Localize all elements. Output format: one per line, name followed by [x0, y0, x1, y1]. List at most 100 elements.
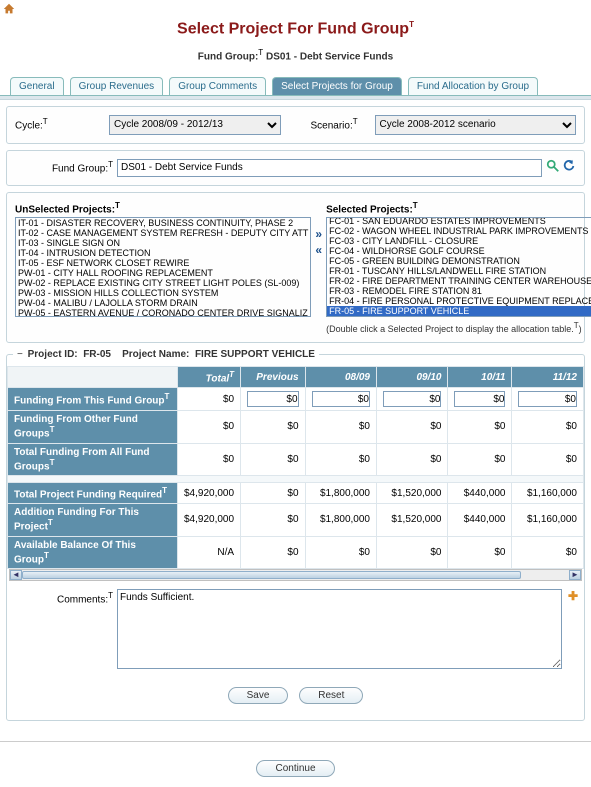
row-header: Total Project Funding RequiredT	[8, 482, 178, 503]
list-item[interactable]: FC-05 - GREEN BUILDING DEMONSTRATION	[327, 256, 591, 266]
cycle-label: Cycle:T	[15, 117, 105, 131]
tab-fund-allocation[interactable]: Fund Allocation by Group	[408, 77, 538, 95]
double-click-note: (Double click a Selected Project to disp…	[326, 321, 591, 334]
reset-button[interactable]: Reset	[299, 687, 363, 704]
funding-input[interactable]	[312, 391, 370, 407]
col-header: 11/12	[512, 366, 584, 387]
funding-table: TotalTPrevious08/0909/1010/1111/12 Fundi…	[7, 366, 584, 569]
cell[interactable]	[305, 388, 376, 411]
row-header: Funding From Other Fund GroupsT	[8, 411, 178, 443]
list-item[interactable]: PW-05 - EASTERN AVENUE / CORONADO CENTER…	[16, 308, 310, 317]
tab-group-revenues[interactable]: Group Revenues	[70, 77, 164, 95]
cell: $0	[241, 482, 305, 503]
list-item[interactable]: IT-05 - ESF NETWORK CLOSET REWIRE	[16, 258, 310, 268]
list-item[interactable]: FC-02 - WAGON WHEEL INDUSTRIAL PARK IMPR…	[327, 226, 591, 236]
selected-listbox[interactable]: FC-01 - SAN EDUARDO ESTATES IMPROVEMENTS…	[326, 217, 591, 317]
list-item[interactable]: FR-05 - FIRE SUPPORT VEHICLE	[327, 306, 591, 316]
tab-select-projects[interactable]: Select Projects for Group	[272, 77, 402, 95]
cell: $1,160,000	[512, 482, 584, 503]
cell: $4,920,000	[178, 482, 241, 503]
scroll-left-icon[interactable]: ◄	[10, 570, 22, 580]
funding-input[interactable]	[454, 391, 505, 407]
refresh-icon[interactable]	[562, 159, 576, 176]
page-title: Select Project For Fund GroupT	[0, 20, 591, 38]
search-icon[interactable]	[546, 159, 560, 176]
cell: $0	[178, 443, 241, 475]
col-header: 10/11	[448, 366, 512, 387]
row-header: Total Funding From All Fund GroupsT	[8, 443, 178, 475]
col-header: 09/10	[377, 366, 448, 387]
tab-general[interactable]: General	[10, 77, 64, 95]
collapse-icon[interactable]: −	[17, 349, 23, 360]
cell: $0	[178, 388, 241, 411]
table-row: Available Balance Of This GroupTN/A$0$0$…	[8, 536, 584, 568]
list-item[interactable]: IT-01 - DISASTER RECOVERY, BUSINESS CONT…	[16, 218, 310, 228]
list-item[interactable]: PW-04 - MALIBU / LAJOLLA STORM DRAIN	[16, 298, 310, 308]
comments-textarea[interactable]: Funds Sufficient.	[117, 589, 562, 669]
cell: $0	[512, 443, 584, 475]
home-icon[interactable]	[2, 2, 16, 16]
cell: $1,800,000	[305, 482, 376, 503]
save-button[interactable]: Save	[228, 687, 289, 704]
fund-group-input[interactable]	[117, 159, 542, 177]
cell[interactable]	[448, 388, 512, 411]
shuttle-panel: UnSelected Projects:T IT-01 - DISASTER R…	[6, 192, 585, 343]
comments-label: Comments:T	[13, 589, 113, 605]
fund-group-field-label: Fund Group:T	[15, 160, 113, 174]
list-item[interactable]: FR-04 - FIRE PERSONAL PROTECTIVE EQUIPME…	[327, 296, 591, 306]
funding-input[interactable]	[247, 391, 298, 407]
scroll-right-icon[interactable]: ►	[569, 570, 581, 580]
cell[interactable]	[377, 388, 448, 411]
cell: $440,000	[448, 504, 512, 536]
continue-button[interactable]: Continue	[256, 760, 334, 777]
cell: $4,920,000	[178, 504, 241, 536]
list-item[interactable]: PW-02 - REPLACE EXISTING CITY STREET LIG…	[16, 278, 310, 288]
fund-group-panel: Fund Group:T	[6, 150, 585, 186]
cell: $0	[448, 443, 512, 475]
table-hscrollbar[interactable]: ◄ ►	[9, 569, 582, 581]
move-right-icon[interactable]: »	[315, 227, 322, 241]
list-item[interactable]: IT-02 - CASE MANAGEMENT SYSTEM REFRESH -…	[16, 228, 310, 238]
col-header: Previous	[241, 366, 305, 387]
cell: $0	[178, 411, 241, 443]
list-item[interactable]: FR-02 - FIRE DEPARTMENT TRAINING CENTER …	[327, 276, 591, 286]
cell: N/A	[178, 536, 241, 568]
cell: $0	[241, 443, 305, 475]
tab-strip: General Group Revenues Group Comments Se…	[0, 77, 591, 96]
project-fieldset: − Project ID: FR-05 Project Name: FIRE S…	[6, 349, 585, 721]
cell: $1,520,000	[377, 504, 448, 536]
cell: $0	[305, 536, 376, 568]
table-row: Funding From This Fund GroupT$0	[8, 388, 584, 411]
list-item[interactable]: FR-03 - REMODEL FIRE STATION 81	[327, 286, 591, 296]
add-comment-icon[interactable]: ✚	[568, 589, 578, 603]
list-item[interactable]: PW-01 - CITY HALL ROOFING REPLACEMENT	[16, 268, 310, 278]
list-item[interactable]: IT-03 - SINGLE SIGN ON	[16, 238, 310, 248]
cell[interactable]	[241, 388, 305, 411]
cell: $0	[305, 411, 376, 443]
cell: $0	[305, 443, 376, 475]
funding-input[interactable]	[518, 391, 577, 407]
cell: $0	[512, 536, 584, 568]
list-item[interactable]: PW-03 - MISSION HILLS COLLECTION SYSTEM	[16, 288, 310, 298]
list-item[interactable]: FC-03 - CITY LANDFILL - CLOSURE	[327, 236, 591, 246]
table-row: Addition Funding For This ProjectT$4,920…	[8, 504, 584, 536]
table-row: Funding From Other Fund GroupsT$0$0$0$0$…	[8, 411, 584, 443]
move-left-icon[interactable]: «	[315, 243, 322, 257]
cycle-select[interactable]: Cycle 2008/09 - 2012/13	[109, 115, 281, 135]
list-item[interactable]: FR-01 - TUSCANY HILLS/LANDWELL FIRE STAT…	[327, 266, 591, 276]
cell[interactable]	[512, 388, 584, 411]
table-row: Total Project Funding RequiredT$4,920,00…	[8, 482, 584, 503]
cell: $0	[512, 411, 584, 443]
list-item[interactable]: FC-04 - WILDHORSE GOLF COURSE	[327, 246, 591, 256]
tab-group-comments[interactable]: Group Comments	[169, 77, 266, 95]
scenario-label: Scenario:T	[311, 117, 371, 131]
list-item[interactable]: FC-01 - SAN EDUARDO ESTATES IMPROVEMENTS	[327, 217, 591, 226]
cell: $1,520,000	[377, 482, 448, 503]
unselected-listbox[interactable]: IT-01 - DISASTER RECOVERY, BUSINESS CONT…	[15, 217, 311, 317]
list-item[interactable]: IT-04 - INTRUSION DETECTION	[16, 248, 310, 258]
scroll-thumb[interactable]	[22, 571, 521, 579]
funding-input[interactable]	[383, 391, 441, 407]
cell: $440,000	[448, 482, 512, 503]
scenario-select[interactable]: Cycle 2008-2012 scenario	[375, 115, 577, 135]
row-header: Available Balance Of This GroupT	[8, 536, 178, 568]
